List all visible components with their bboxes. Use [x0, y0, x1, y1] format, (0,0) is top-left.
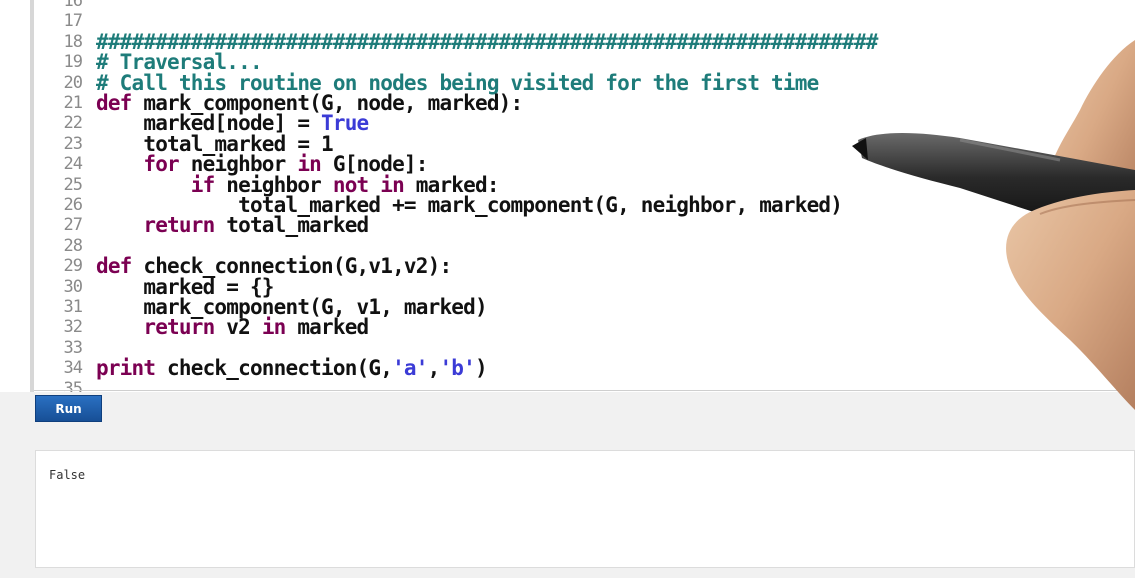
line-number: 30	[63, 276, 83, 297]
line-number: 16	[63, 0, 83, 11]
line-number: 17	[63, 11, 83, 32]
code-token: return	[143, 315, 215, 340]
line-number: 34	[63, 358, 83, 379]
output-panel: False	[35, 450, 1135, 568]
editor-gutter-bar	[30, 0, 34, 392]
code-token: v2	[214, 315, 262, 340]
code-editor[interactable]: 16 17 18 ##################################…	[0, 0, 1135, 392]
line-number: 27	[63, 215, 83, 236]
editor-divider	[34, 390, 1135, 391]
line-number: 19	[63, 52, 83, 73]
line-number: 29	[63, 256, 83, 277]
line-number: 33	[63, 337, 83, 358]
code-token: 'a'	[392, 356, 428, 381]
code-token: total_marked	[214, 213, 369, 238]
code-token: 'b'	[439, 356, 475, 381]
code-token: ,	[427, 356, 441, 381]
line-number: 23	[63, 133, 83, 154]
code-token: print	[96, 356, 156, 381]
code-token: )	[475, 356, 488, 381]
run-button[interactable]: Run	[35, 395, 102, 422]
code-token: in	[261, 315, 286, 340]
line-number: 21	[63, 93, 83, 113]
line-number: 24	[63, 154, 83, 175]
line-number: 25	[63, 174, 83, 195]
code-text: return v2 in marked	[96, 315, 369, 340]
code-token: check_connection(G,	[155, 356, 393, 381]
code-text: return total_marked	[96, 213, 369, 238]
line-number: 18	[63, 31, 83, 52]
line-number: 32	[63, 317, 83, 338]
code-token: return	[143, 213, 215, 238]
code-text: print check_connection(G,'a','b')	[96, 356, 488, 381]
line-number: 20	[63, 72, 83, 93]
output-text: False	[49, 468, 86, 482]
line-number: 26	[63, 195, 83, 215]
line-number: 28	[63, 235, 83, 256]
line-number: 31	[63, 297, 83, 317]
line-number: 22	[63, 113, 83, 134]
code-token: marked	[285, 315, 369, 340]
